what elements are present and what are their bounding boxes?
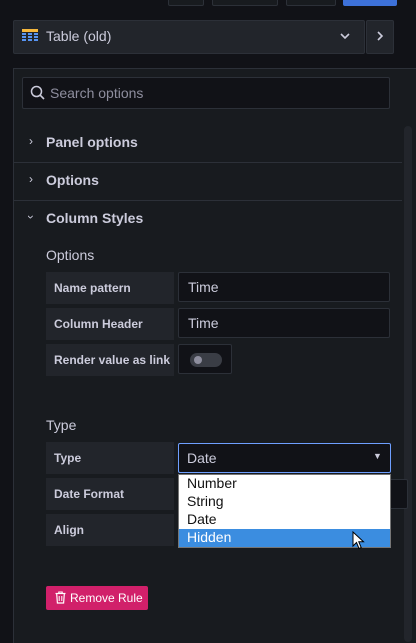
align-label: Align	[46, 514, 174, 546]
visualization-name: Table (old)	[46, 28, 112, 44]
search-input[interactable]	[50, 82, 380, 104]
name-pattern-input[interactable]	[178, 272, 390, 302]
toolbar-button[interactable]	[212, 0, 278, 6]
section-label: Panel options	[46, 134, 138, 150]
chevron-down-icon[interactable]	[337, 27, 353, 45]
options-subheading: Options	[46, 247, 95, 263]
section-panel-options[interactable]: › Panel options	[14, 124, 402, 163]
caret-down-icon: ▼	[373, 451, 382, 461]
toolbar-button[interactable]	[286, 0, 336, 6]
chevron-down-icon: ›	[24, 215, 38, 219]
name-pattern-label: Name pattern	[46, 272, 174, 304]
type-option-string[interactable]: String	[179, 493, 390, 511]
column-header-input[interactable]	[178, 308, 390, 338]
section-options[interactable]: › Options	[14, 162, 402, 201]
remove-rule-label: Remove Rule	[70, 591, 143, 605]
trash-icon	[55, 591, 66, 604]
table-icon	[22, 29, 38, 41]
type-subheading: Type	[46, 417, 77, 433]
toolbar-button[interactable]	[168, 0, 204, 6]
type-option-date[interactable]: Date	[179, 511, 390, 529]
search-icon	[30, 85, 45, 100]
remove-rule-button[interactable]: Remove Rule	[46, 586, 148, 610]
section-label: Column Styles	[46, 210, 144, 226]
cursor-icon	[352, 531, 365, 550]
type-label: Type	[46, 442, 174, 474]
section-column-styles[interactable]: › Column Styles	[14, 200, 402, 238]
chevron-right-icon: ›	[29, 134, 33, 148]
type-option-number[interactable]: Number	[179, 475, 390, 493]
column-header-label: Column Header	[46, 308, 174, 340]
render-link-label: Render value as link	[46, 344, 174, 376]
toggle-knob	[194, 356, 202, 364]
section-label: Options	[46, 172, 99, 188]
chevron-right-icon	[377, 31, 384, 41]
date-format-label: Date Format	[46, 478, 174, 510]
type-select-value: Date	[187, 450, 217, 466]
chevron-right-icon: ›	[29, 172, 33, 186]
apply-button[interactable]	[343, 0, 397, 6]
visualization-next-button[interactable]	[366, 20, 394, 54]
scrollbar[interactable]	[404, 126, 412, 642]
